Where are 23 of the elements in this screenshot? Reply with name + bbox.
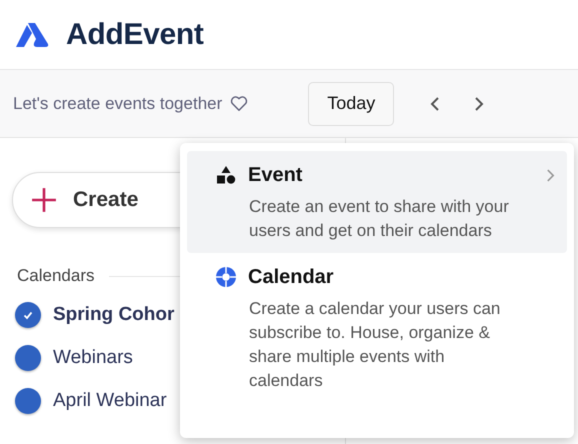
unchecked-checkbox[interactable] (15, 345, 41, 371)
checked-checkbox[interactable] (15, 302, 41, 328)
menu-item-description: Create a calendar your users can subscribe to. House, organize & share multiple events with calendars (249, 298, 502, 392)
previous-icon[interactable] (430, 96, 440, 112)
today-button[interactable]: Today (308, 82, 394, 126)
calendar-name[interactable]: Webinars (53, 347, 133, 369)
brand-name: AddEvent (66, 18, 204, 52)
menu-item[interactable]: Calendar Create a calendar your users can subscribe to. House, organize & share multiple events with calendars (187, 253, 567, 403)
menu-item-title: Calendar (248, 266, 334, 288)
menu-item[interactable]: Event Create an event to share with your users and get on their calendars (187, 151, 567, 253)
calendar-name[interactable]: Spring Cohor (53, 304, 174, 326)
section-heading: Calendars (17, 266, 94, 286)
logo-icon (15, 22, 49, 48)
calendar-name[interactable]: April Webinar (53, 390, 167, 412)
chevron-right-icon (546, 168, 555, 182)
tagline: Let's create events together (13, 94, 222, 114)
next-icon[interactable] (474, 96, 484, 112)
heart-icon (230, 96, 248, 112)
plus-icon (31, 187, 57, 213)
shapes-icon (215, 165, 237, 185)
calendar-icon (215, 266, 237, 288)
unchecked-checkbox[interactable] (15, 388, 41, 414)
check-icon (22, 309, 34, 321)
